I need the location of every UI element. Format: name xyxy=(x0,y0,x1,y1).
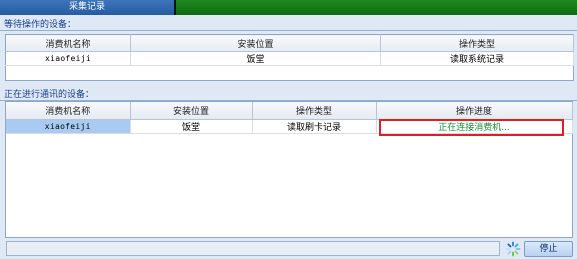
col-header-location[interactable]: 安装位置 xyxy=(130,34,381,52)
section-divider xyxy=(0,30,577,31)
operation-type-cell: 读取刷卡记录 xyxy=(252,119,377,134)
waiting-devices-label: 等待操作的设备： xyxy=(4,20,77,30)
active-devices-table: 消费机名称 安装位置 操作类型 操作进度 xiaofeiji 饭堂 读取刷卡记录… xyxy=(6,102,573,136)
stop-button[interactable]: 停止 xyxy=(524,241,573,257)
progress-cell: 正在连接消费机... xyxy=(376,118,573,136)
table-row[interactable]: xiaofeiji 饭堂 读取刷卡记录 正在连接消费机... xyxy=(6,118,573,136)
operation-type-cell: 读取系统记录 xyxy=(380,51,574,66)
col-header-progress[interactable]: 操作进度 xyxy=(376,102,573,120)
table-header-row: 消费机名称 安装位置 操作类型 xyxy=(5,34,574,52)
busy-spinner-icon xyxy=(505,241,521,257)
location-cell: 饭堂 xyxy=(130,51,381,66)
waiting-devices-table: 消费机名称 安装位置 操作类型 xiaofeiji 饭堂 读取系统记录 xyxy=(5,34,574,81)
tab-collect-records[interactable]: 采集记录 xyxy=(0,0,176,15)
col-header-operation-type[interactable]: 操作类型 xyxy=(380,34,574,52)
device-name-cell: xiaofeiji xyxy=(5,51,131,66)
col-header-operation-type[interactable]: 操作类型 xyxy=(252,102,377,120)
col-header-device-name[interactable]: 消费机名称 xyxy=(6,102,131,120)
table-row[interactable]: xiaofeiji 饭堂 读取系统记录 xyxy=(5,51,574,66)
top-bar: 采集记录 xyxy=(0,0,577,15)
active-devices-label: 正在进行通讯的设备： xyxy=(4,90,95,100)
device-name-cell: xiaofeiji xyxy=(6,119,131,134)
col-header-location[interactable]: 安装位置 xyxy=(130,102,253,120)
status-progress-bar xyxy=(6,241,500,256)
col-header-device-name[interactable]: 消费机名称 xyxy=(5,34,131,52)
table-header-row: 消费机名称 安装位置 操作类型 操作进度 xyxy=(6,102,573,120)
active-devices-table-container: 消费机名称 安装位置 操作类型 操作进度 xiaofeiji 饭堂 读取刷卡记录… xyxy=(5,101,573,238)
empty-row xyxy=(6,66,574,81)
location-cell: 饭堂 xyxy=(130,119,253,134)
progress-text: 正在连接消费机... xyxy=(438,122,510,133)
